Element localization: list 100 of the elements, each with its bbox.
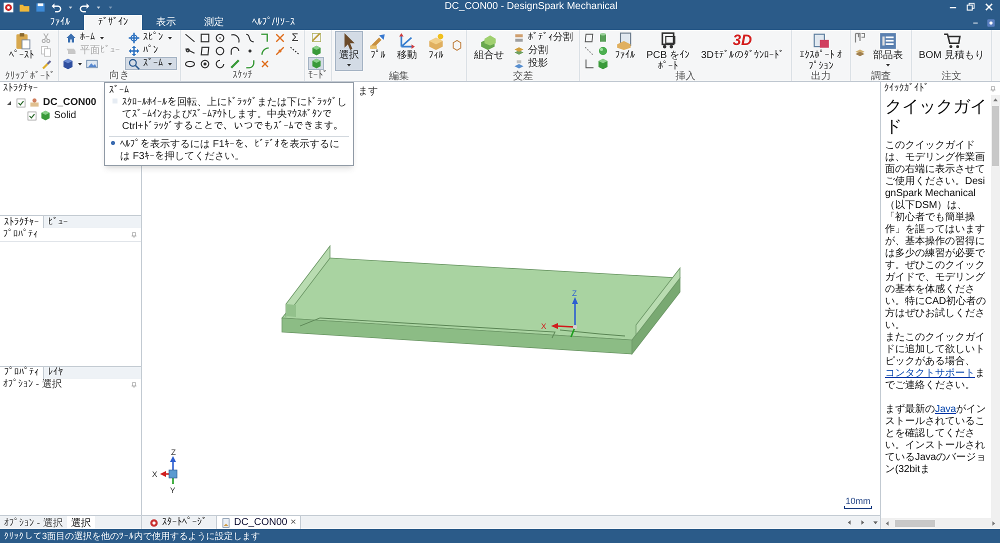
pcb-import-button[interactable]: PCB をｲﾝﾎﾟｰﾄ <box>641 31 695 71</box>
line-tool-icon[interactable] <box>184 32 196 44</box>
checkbox[interactable] <box>16 98 26 108</box>
panel-title: ｽﾄﾗｸﾁｬｰ <box>3 82 38 94</box>
pull-button[interactable]: ﾌﾟﾙ <box>365 31 391 71</box>
pin-icon[interactable] <box>130 381 138 389</box>
tree-item[interactable]: DC_CON00 <box>43 96 96 108</box>
file-button[interactable]: ﾌｧｲﾙ <box>611 31 639 71</box>
export-options-button[interactable]: ｴｸｽﾎﾟｰﾄ ｵﾌﾟｼｮﾝ <box>794 31 847 71</box>
expand-toggle-icon[interactable] <box>5 98 13 106</box>
select-button[interactable]: 選択 <box>335 31 363 71</box>
caret-icon[interactable] <box>67 4 74 10</box>
move-icon[interactable] <box>398 32 416 50</box>
arc-tool-icon[interactable] <box>229 45 241 57</box>
close-icon[interactable] <box>984 2 994 12</box>
tree-item[interactable]: Solid <box>54 110 76 122</box>
caliper-icon[interactable] <box>854 32 866 44</box>
move-button[interactable]: 移動 <box>393 31 421 71</box>
file-icon[interactable] <box>616 32 634 50</box>
sketch-mode-icon <box>310 32 322 43</box>
checkbox[interactable] <box>27 110 37 120</box>
caret-icon <box>345 61 353 69</box>
menu-tab[interactable]: 測定 <box>190 15 238 30</box>
zoom-icon <box>128 58 140 70</box>
panel-tab[interactable]: ﾌﾟﾛﾊﾟﾃｨ <box>0 366 44 380</box>
menu-tab[interactable]: ﾌｧｲﾙ <box>36 15 84 30</box>
dashed-line-icon[interactable] <box>289 45 301 57</box>
split-button[interactable]: 分割 <box>510 44 576 57</box>
sum-tool[interactable]: Σ <box>289 32 301 44</box>
group-label: 挿入 <box>674 71 696 82</box>
pan-icon <box>128 44 140 56</box>
guide-link[interactable]: Java <box>935 404 956 415</box>
app-logo-icon[interactable] <box>3 2 14 12</box>
scrollbar-thumb[interactable] <box>992 106 999 166</box>
pin-icon[interactable] <box>130 230 138 238</box>
horizontal-scrollbar[interactable] <box>881 518 1000 529</box>
close-tab-button[interactable]: × <box>290 516 296 528</box>
bom-quote-icon[interactable] <box>942 32 961 50</box>
image-icon[interactable] <box>86 58 98 70</box>
plane-icon[interactable] <box>583 32 595 44</box>
restore-icon[interactable] <box>966 2 976 12</box>
pcb-import-icon[interactable] <box>659 32 677 50</box>
arc-tool-icon[interactable] <box>229 32 241 44</box>
panel-tab[interactable]: ﾋﾞｭｰ <box>44 216 73 229</box>
mode-button[interactable] <box>308 57 324 70</box>
model-download-button[interactable]: 3D 3Dﾓﾃﾞﾙのﾀﾞｳﾝﾛｰﾄﾞ <box>697 31 788 71</box>
pan-button[interactable]: ﾊﾟﾝ <box>125 44 177 57</box>
export-options-icon[interactable] <box>812 32 830 50</box>
guide-link[interactable]: コンタクトサポート <box>885 368 975 379</box>
ellipse-tool-icon[interactable] <box>184 58 196 70</box>
pull-icon[interactable] <box>369 32 387 50</box>
project-button[interactable]: 投影 <box>510 57 576 70</box>
cube-icon[interactable] <box>597 58 609 70</box>
circle-tool-icon[interactable] <box>199 58 211 70</box>
home-button[interactable]: ﾎｰﾑ <box>62 31 123 44</box>
box-icon[interactable] <box>451 39 463 51</box>
menu-tab[interactable]: 表示 <box>142 15 190 30</box>
spin-button[interactable]: ｽﾋﾟﾝ <box>125 31 177 44</box>
group-label: ｽｹｯﾁ <box>232 70 254 81</box>
panel-tab[interactable]: ﾚｲﾔ <box>44 366 68 380</box>
scrollbar-thumb[interactable] <box>895 520 935 527</box>
menu-tab[interactable]: ﾍﾙﾌﾟ/ﾘｿｰｽ <box>238 15 309 30</box>
panel-tab[interactable]: ｵﾌﾟｼｮﾝ - 選択 <box>0 516 67 530</box>
redo-icon[interactable] <box>79 2 90 12</box>
scale-label: 10mm <box>845 496 870 506</box>
axis-icon[interactable] <box>583 58 595 70</box>
combine-button[interactable]: 組合せ <box>470 31 508 71</box>
panel-tab[interactable]: ｽﾄﾗｸﾁｬｰ <box>0 216 44 229</box>
circle-tool-icon[interactable] <box>214 45 226 57</box>
arc-tool-icon[interactable] <box>214 58 226 70</box>
parts-list-icon[interactable] <box>878 32 897 50</box>
cube-icon[interactable] <box>62 58 74 70</box>
rectangle-tool-icon[interactable] <box>199 32 211 44</box>
fill-button[interactable]: ﾌｨﾙ <box>423 31 449 71</box>
vertical-scrollbar[interactable] <box>991 95 1000 518</box>
menu-tab[interactable]: ﾃﾞｻﾞｲﾝ <box>84 15 142 30</box>
undo-icon[interactable] <box>51 2 62 12</box>
zoom-button[interactable]: ｽﾞｰﾑ <box>125 57 177 70</box>
tooltip-title: ｽﾞｰﾑ <box>109 85 130 97</box>
guide-heading: クイックガイド <box>885 97 987 137</box>
bom-quote-button[interactable]: BOM 見積もり <box>914 31 988 71</box>
parts-list-button[interactable]: 部品表 <box>868 31 908 71</box>
paste-button[interactable]: ﾍﾟｰｽﾄ <box>5 31 38 71</box>
axis-label: X <box>541 322 546 331</box>
save-icon[interactable] <box>35 2 46 12</box>
cylinder-icon[interactable] <box>597 32 609 44</box>
split-body-button[interactable]: ﾎﾞﾃﾞｨ分割 <box>510 31 576 44</box>
panel-tab[interactable]: 選択 <box>66 516 95 530</box>
document-tab[interactable]: DC_CON00 × <box>216 516 302 530</box>
help-bullet-icon <box>109 139 117 147</box>
pin-icon[interactable] <box>989 84 997 92</box>
spin-icon <box>128 32 140 44</box>
format-brush-icon[interactable] <box>40 58 52 70</box>
polygon-tool-icon[interactable] <box>199 45 211 57</box>
circle-tool-icon[interactable] <box>214 32 226 44</box>
solid-body-icon <box>40 110 51 121</box>
guide-paragraph: またこのクイックガイドに追加して欲しいトピックがある場合、 コンタクトサポート までご連絡ください。 <box>885 332 986 392</box>
spline-tool-icon[interactable] <box>244 32 256 44</box>
group-label: 注文 <box>940 71 963 82</box>
scale-bar <box>844 506 872 509</box>
